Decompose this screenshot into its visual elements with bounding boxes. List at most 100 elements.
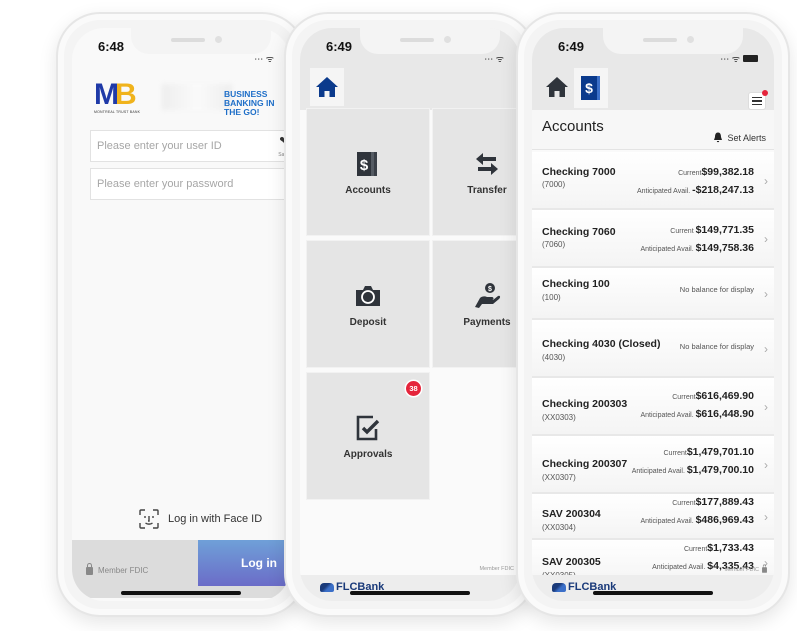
menu-button[interactable]	[748, 90, 768, 110]
tagline: BUSINESS BANKING IN THE GO!	[224, 89, 275, 117]
login-phone: 6:48 ⋯ ᯤ MB MONTREAL TRUST BANK BUSINESS…	[56, 12, 306, 617]
accounts-screen: $ 6:49 ⋯ ᯤ Accounts Set Alerts Checking …	[532, 28, 774, 601]
status-time: 6:49	[326, 39, 353, 54]
tab-accounts[interactable]: $	[574, 68, 608, 108]
accounts-list: Checking 7000 (7000) Current$99,382.18 A…	[532, 152, 774, 575]
set-alerts-button[interactable]: Set Alerts	[713, 132, 766, 143]
chevron-right-icon: ›	[764, 232, 768, 246]
account-name: Checking 200307	[542, 458, 628, 470]
lock-icon	[762, 564, 767, 573]
anticipated-balance: Anticipated Avail. $149,758.36	[640, 242, 754, 254]
account-name: Checking 4030 (Closed)	[542, 338, 661, 350]
faceid-label: Log in with Face ID	[168, 513, 263, 525]
current-balance: Current$616,469.90	[672, 390, 754, 402]
tile-label: Payments	[463, 316, 511, 328]
bank-logo: MB MONTREAL TRUST BANK	[94, 78, 141, 115]
blurred-banner	[162, 84, 232, 110]
current-balance: Current$1,733.43	[683, 542, 754, 554]
tile-transfer[interactable]: Transfer	[432, 108, 520, 236]
member-fdic: Member FDIC	[479, 566, 514, 572]
userid-input[interactable]	[90, 130, 290, 162]
hand-coin-icon: $	[475, 282, 501, 308]
anticipated-balance: Anticipated Avail. $486,969.43	[640, 514, 754, 526]
account-number: (100)	[542, 293, 561, 302]
account-row[interactable]: Checking 7000 (7000) Current$99,382.18 A…	[532, 152, 774, 210]
svg-text:$: $	[585, 80, 593, 96]
account-name: SAV 200305	[542, 556, 601, 568]
account-name: Checking 100	[542, 278, 610, 290]
faceid-icon	[138, 508, 160, 530]
account-row[interactable]: SAV 200304 (XX0304) Current$177,889.43 A…	[532, 494, 774, 540]
account-name: Checking 7060	[542, 226, 616, 238]
current-balance: Current$99,382.18	[678, 166, 754, 178]
tile-payments[interactable]: $ Payments	[432, 240, 520, 368]
no-balance-text: No balance for display	[679, 285, 754, 294]
account-number: (4030)	[542, 353, 566, 362]
account-name: Checking 200303	[542, 398, 628, 410]
account-number: (XX0307)	[542, 473, 576, 482]
accounts-dollar-icon: $	[581, 76, 600, 100]
accounts-phone: $ 6:49 ⋯ ᯤ Accounts Set Alerts Checking …	[516, 12, 790, 617]
account-row[interactable]: Checking 200303 (XX0303) Current$616,469…	[532, 378, 774, 436]
bell-icon	[714, 132, 723, 143]
account-row[interactable]: Checking 7060 (7060) Current $149,771.35…	[532, 210, 774, 268]
chevron-right-icon: ›	[764, 510, 768, 524]
status-time: 6:48	[98, 39, 125, 54]
flcbank-logo-icon	[552, 582, 566, 592]
faceid-button[interactable]: Log in with Face ID	[138, 508, 262, 530]
account-row[interactable]: Checking 4030 (Closed) (4030) No balance…	[532, 320, 774, 378]
camera-icon	[356, 285, 380, 306]
approvals-badge: 38	[406, 381, 421, 396]
battery-icon	[743, 55, 758, 62]
chevron-right-icon: ›	[764, 174, 768, 188]
home-screen: 6:49 ⋯ ᯤ $ Accounts Transfer Deposit $ P…	[300, 28, 520, 601]
svg-text:$: $	[360, 157, 369, 174]
tile-label: Deposit	[349, 316, 387, 328]
login-screen: 6:48 ⋯ ᯤ MB MONTREAL TRUST BANK BUSINESS…	[72, 28, 290, 601]
notch	[131, 28, 271, 54]
tile-approvals[interactable]: 38 Approvals	[306, 372, 430, 500]
accounts-header: Accounts Set Alerts	[532, 110, 774, 150]
account-name: SAV 200304	[542, 508, 601, 520]
login-footer: Member FDIC Log in	[72, 540, 290, 598]
tile-label: Accounts	[345, 184, 391, 196]
notification-dot	[762, 90, 768, 96]
current-balance: Current $149,771.35	[670, 224, 754, 236]
tab-home[interactable]	[310, 68, 344, 106]
tab-home[interactable]	[542, 72, 572, 102]
flcbank-logo-icon	[320, 582, 334, 592]
login-button[interactable]: Log in	[198, 540, 290, 586]
wifi-icon: ⋯ ᯤ	[254, 54, 274, 64]
status-icons: ⋯ ᯤ	[720, 52, 758, 65]
svg-text:$: $	[488, 286, 492, 293]
home-indicator	[121, 591, 241, 595]
home-icon	[316, 77, 338, 97]
notch	[360, 28, 500, 54]
member-fdic: Member FDIC	[724, 564, 768, 574]
checkbox-icon	[356, 415, 380, 440]
no-balance-text: No balance for display	[679, 342, 754, 351]
tile-label: Approvals	[343, 448, 393, 460]
member-fdic: Member FDIC	[86, 562, 148, 575]
chevron-right-icon: ›	[764, 400, 768, 414]
wifi-icon: ⋯ ᯤ	[484, 54, 504, 64]
transfer-arrows-icon	[476, 152, 498, 175]
chevron-right-icon: ›	[764, 287, 768, 301]
notch	[603, 28, 743, 54]
footer: Member FDIC FLCBank	[300, 566, 520, 601]
page-title: Accounts	[542, 118, 604, 135]
account-row[interactable]: Checking 100 (100) No balance for displa…	[532, 268, 774, 320]
chevron-right-icon: ›	[764, 458, 768, 472]
account-row[interactable]: Checking 200307 (XX0307) Current$1,479,7…	[532, 436, 774, 494]
tile-accounts[interactable]: $ Accounts	[306, 108, 430, 236]
account-number: (7060)	[542, 240, 566, 249]
status-time: 6:49	[558, 39, 585, 54]
account-number: (XX0304)	[542, 523, 576, 532]
account-number: (XX0303)	[542, 413, 576, 422]
anticipated-balance: Anticipated Avail. $616,448.90	[640, 408, 754, 420]
anticipated-balance: Anticipated Avail. $1,479,700.10	[631, 464, 754, 476]
anticipated-balance: Anticipated Avail. -$218,247.13	[636, 184, 754, 196]
tile-deposit[interactable]: Deposit	[306, 240, 430, 368]
password-input[interactable]	[90, 168, 290, 200]
account-name: Checking 7000	[542, 166, 616, 178]
